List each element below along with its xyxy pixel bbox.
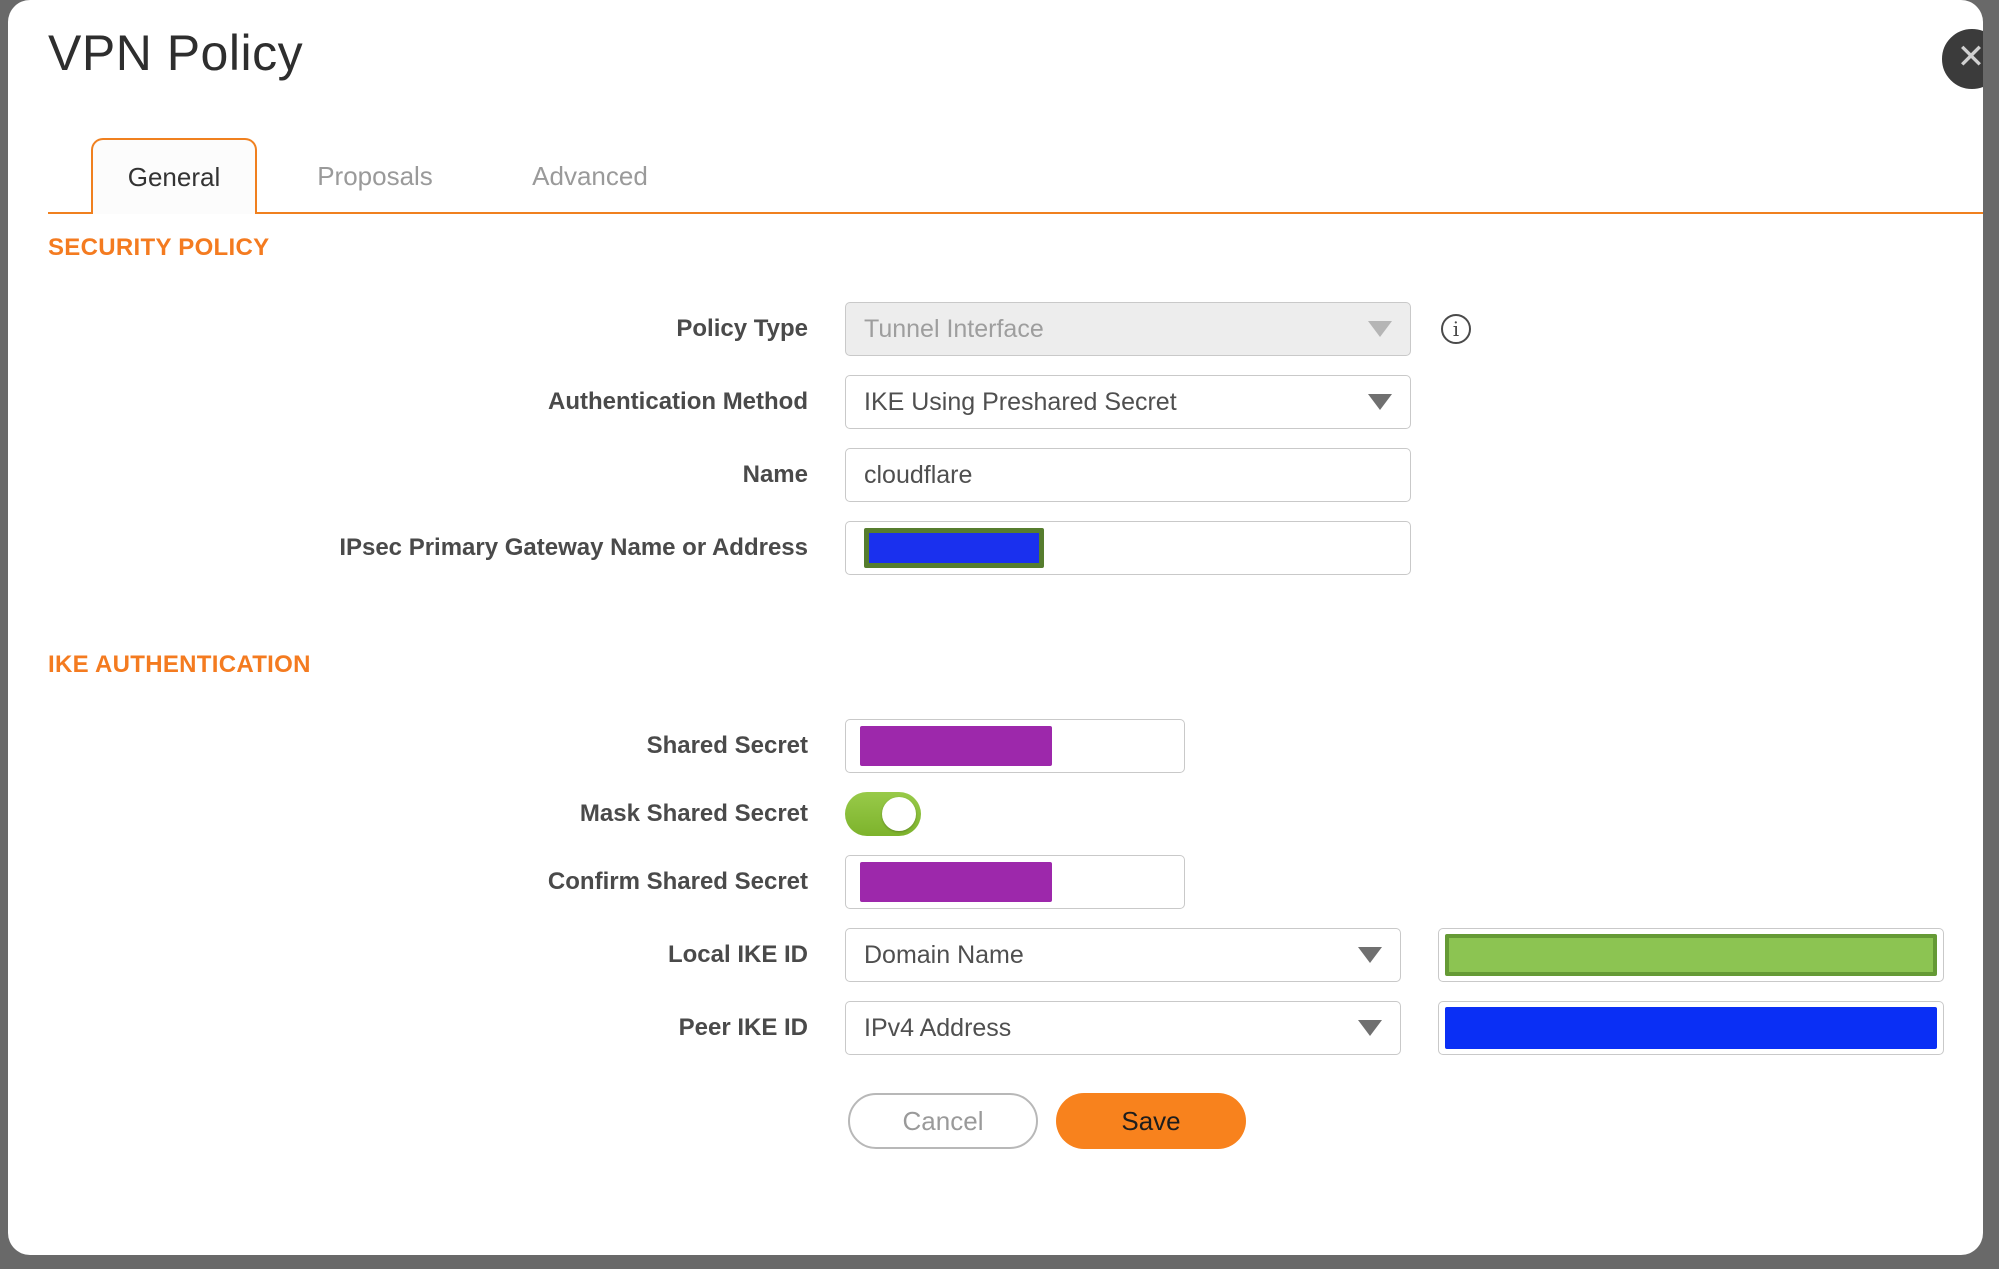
vpn-policy-dialog: ✕ VPN Policy General Proposals Advanced … bbox=[8, 0, 1983, 1255]
shared-secret-row: Shared Secret bbox=[8, 719, 1983, 773]
tab-proposals[interactable]: Proposals bbox=[292, 140, 458, 212]
auth-method-row: Authentication Method IKE Using Preshare… bbox=[8, 375, 1983, 429]
name-label: Name bbox=[742, 461, 808, 488]
section-security-policy: SECURITY POLICY bbox=[48, 234, 270, 261]
local-ike-id-redacted-value bbox=[1445, 934, 1937, 976]
section-ike-authentication: IKE AUTHENTICATION bbox=[48, 651, 311, 678]
chevron-down-icon bbox=[1358, 947, 1382, 963]
name-row: Name bbox=[8, 448, 1983, 502]
info-icon[interactable]: i bbox=[1441, 314, 1471, 344]
peer-ike-id-row: Peer IKE ID IPv4 Address bbox=[8, 1001, 1983, 1055]
policy-type-label: Policy Type bbox=[676, 315, 808, 342]
confirm-shared-secret-row: Confirm Shared Secret bbox=[8, 855, 1983, 909]
gateway-redacted-value bbox=[864, 528, 1044, 568]
confirm-shared-secret-label: Confirm Shared Secret bbox=[547, 868, 808, 895]
chevron-down-icon bbox=[1368, 321, 1392, 337]
policy-type-value: Tunnel Interface bbox=[864, 314, 1044, 343]
policy-type-row: Policy Type Tunnel Interface i bbox=[8, 302, 1983, 356]
gateway-row: IPsec Primary Gateway Name or Address bbox=[8, 521, 1983, 575]
mask-shared-secret-row: Mask Shared Secret bbox=[8, 792, 1983, 836]
peer-ike-id-redacted-value bbox=[1445, 1007, 1937, 1049]
confirm-shared-secret-input[interactable] bbox=[845, 855, 1185, 909]
mask-shared-secret-toggle[interactable] bbox=[845, 792, 921, 836]
auth-method-value: IKE Using Preshared Secret bbox=[864, 387, 1177, 416]
peer-ike-id-value: IPv4 Address bbox=[864, 1013, 1012, 1042]
gateway-input[interactable] bbox=[845, 521, 1411, 575]
shared-secret-input[interactable] bbox=[845, 719, 1185, 773]
auth-method-select[interactable]: IKE Using Preshared Secret bbox=[845, 375, 1411, 429]
local-ike-id-value: Domain Name bbox=[864, 940, 1024, 969]
toggle-knob bbox=[882, 797, 916, 831]
local-ike-id-row: Local IKE ID Domain Name bbox=[8, 928, 1983, 982]
shared-secret-redacted-value bbox=[860, 726, 1052, 766]
chevron-down-icon bbox=[1358, 1020, 1382, 1036]
local-ike-id-label: Local IKE ID bbox=[667, 941, 808, 968]
page-title: VPN Policy bbox=[48, 25, 304, 81]
dialog-actions: Cancel Save bbox=[848, 1093, 1983, 1149]
chevron-down-icon bbox=[1368, 394, 1392, 410]
tab-general[interactable]: General bbox=[91, 138, 257, 214]
local-ike-id-input[interactable] bbox=[1438, 928, 1944, 982]
name-input[interactable] bbox=[845, 448, 1411, 502]
local-ike-id-select[interactable]: Domain Name bbox=[845, 928, 1401, 982]
tab-advanced[interactable]: Advanced bbox=[507, 140, 673, 212]
auth-method-label: Authentication Method bbox=[548, 388, 808, 415]
mask-shared-secret-label: Mask Shared Secret bbox=[579, 800, 808, 827]
tabs-bar: General Proposals Advanced bbox=[48, 138, 1983, 214]
shared-secret-label: Shared Secret bbox=[646, 732, 808, 759]
peer-ike-id-label: Peer IKE ID bbox=[678, 1014, 808, 1041]
cancel-button[interactable]: Cancel bbox=[848, 1093, 1038, 1149]
save-button[interactable]: Save bbox=[1056, 1093, 1246, 1149]
policy-type-select: Tunnel Interface bbox=[845, 302, 1411, 356]
peer-ike-id-input[interactable] bbox=[1438, 1001, 1944, 1055]
gateway-label: IPsec Primary Gateway Name or Address bbox=[339, 534, 808, 561]
confirm-shared-secret-redacted-value bbox=[860, 862, 1052, 902]
peer-ike-id-select[interactable]: IPv4 Address bbox=[845, 1001, 1401, 1055]
